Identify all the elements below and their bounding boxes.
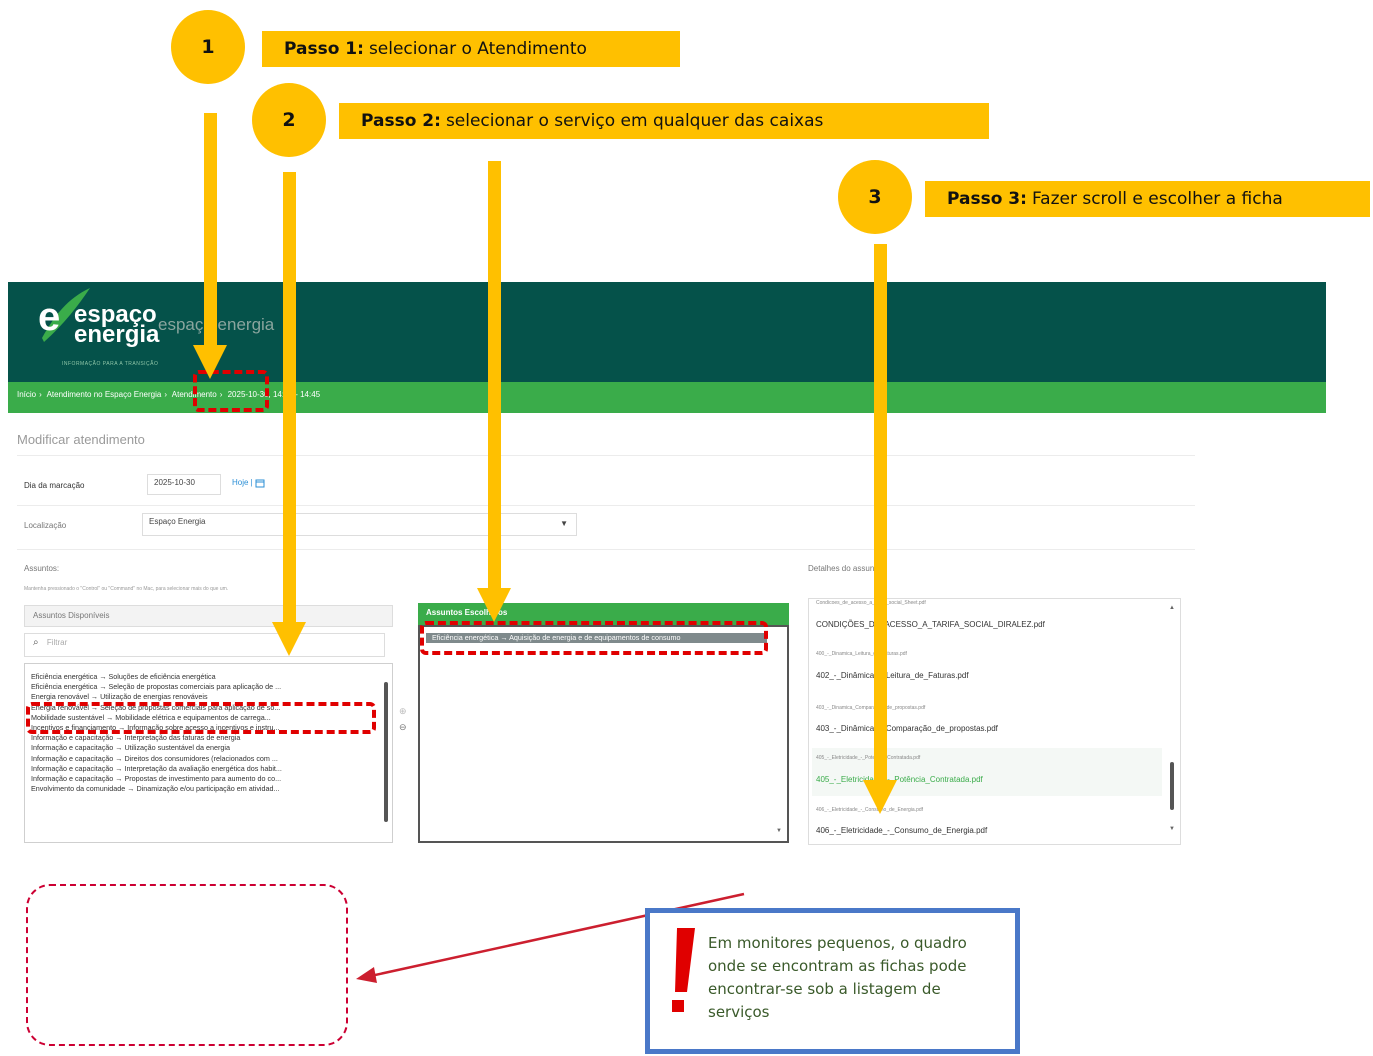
choose-arrow-icon[interactable]: ⊕ <box>399 706 407 717</box>
available-scrollbar[interactable] <box>384 682 388 822</box>
svg-text:e: e <box>38 295 60 339</box>
filter-input[interactable]: ⌕ Filtrar <box>24 633 385 657</box>
chevron-down-icon: ▼ <box>560 519 568 528</box>
details-scroll-up-icon[interactable]: ▲ <box>1169 605 1175 611</box>
list-item[interactable]: Informação e capacitação → Propostas de … <box>25 774 392 784</box>
chosen-scroll-down-icon[interactable]: ▼ <box>776 828 782 834</box>
list-item[interactable]: Informação e capacitação → Interpretação… <box>25 764 392 774</box>
file-link[interactable]: 403_-_Dinâmica_-_Comparação_de_propostas… <box>816 724 1168 733</box>
step-2-arrow-shaft-a <box>283 172 296 622</box>
highlight-chosen-subject <box>420 621 768 655</box>
step-1-number: 1 <box>171 10 245 84</box>
page-title: Modificar atendimento <box>17 432 145 447</box>
details-label: Detalhes do assunto: <box>808 564 884 573</box>
file-link[interactable]: CONDIÇÕES_DE_ACESSO_A_TARIFA_SOCIAL_DIRA… <box>816 620 1168 629</box>
breadcrumb-service[interactable]: Atendimento no Espaço Energia <box>47 390 162 399</box>
step-3-label: Passo 3: Fazer scroll e escolher a ficha <box>925 181 1370 217</box>
step-2-text: selecionar o serviço em qualquer das cai… <box>445 111 824 131</box>
list-item[interactable]: Informação e capacitação → Utilização su… <box>25 743 392 753</box>
list-item[interactable]: Eficiência energética → Soluções de efic… <box>25 672 392 682</box>
today-link-label: Hoje <box>232 478 249 488</box>
file-small-label: Condicoes_de_acesso_a_tarifa_social_Shee… <box>816 600 926 606</box>
subjects-help: Mantenha pressionado o "Control" ou "Com… <box>24 586 229 592</box>
list-item[interactable]: Informação e capacitação → Interpretação… <box>25 733 392 743</box>
location-select[interactable]: Espaço Energia ▼ <box>142 513 577 536</box>
list-item[interactable]: Informação e capacitação → Direitos dos … <box>25 754 392 764</box>
step-3-title: Passo 3: <box>947 189 1027 209</box>
logo-tagline: INFORMAÇÃO PARA A TRANSIÇÃO <box>62 361 159 367</box>
divider <box>17 505 1195 506</box>
date-label: Dia da marcação <box>24 481 85 490</box>
details-scroll-down-icon[interactable]: ▼ <box>1169 826 1175 832</box>
step-1-title: Passo 1: <box>284 39 364 59</box>
step-2-number: 2 <box>252 83 326 157</box>
step-3-arrow-shaft <box>874 244 887 780</box>
subjects-label: Assuntos: <box>24 564 60 573</box>
details-scrollbar[interactable] <box>1170 762 1174 810</box>
step-3-number: 3 <box>838 160 912 234</box>
location-label: Localização <box>24 521 67 530</box>
step-2-label: Passo 2: selecionar o serviço em qualque… <box>339 103 989 139</box>
file-link[interactable]: 406_-_Eletricidade_-_Consumo_de_Energia.… <box>816 826 1168 835</box>
breadcrumb-home[interactable]: Início <box>17 390 36 399</box>
step-3-text: Fazer scroll e escolher a ficha <box>1031 189 1283 209</box>
file-small-label: 403_-_Dinamica_Comparacao_de_propostas.p… <box>816 705 926 711</box>
search-icon: ⌕ <box>33 637 39 648</box>
list-item[interactable]: Eficiência energética → Seleção de propo… <box>25 682 392 692</box>
step-1-arrow-shaft <box>204 113 217 345</box>
logo-line2: energia <box>74 321 160 348</box>
breadcrumb: Início › Atendimento no Espaço Energia › A… <box>17 390 321 399</box>
file-small-label: 405_-_Eletricidade_-_Potencia_Contratada… <box>816 755 921 761</box>
chosen-subjects-list[interactable]: Eficiência energética → Aquisição de ene… <box>418 625 789 843</box>
step-2-arrow-head-b <box>477 588 511 622</box>
available-subjects-list[interactable]: Eficiência energética → Soluções de efic… <box>24 663 393 843</box>
placeholder-frame <box>26 884 348 1046</box>
list-item[interactable]: Envolvimento da comunidade → Dinamização… <box>25 784 392 794</box>
highlight-available-subject <box>26 702 376 734</box>
step-2-arrow-shaft-b <box>488 161 501 588</box>
step-3-arrow-head <box>863 780 897 814</box>
filter-placeholder: Filtrar <box>46 638 68 647</box>
file-small-label: 400_-_Dinamica_Leitura_de_Faturas.pdf <box>816 651 907 657</box>
today-link[interactable]: Hoje | <box>232 478 265 488</box>
location-value: Espaço Energia <box>149 517 206 526</box>
step-1-label: Passo 1: selecionar o Atendimento <box>262 31 680 67</box>
step-2-arrow-head-a <box>272 622 306 656</box>
exclamation-icon <box>672 928 695 1012</box>
logo-text[interactable]: espaço energia <box>74 303 160 348</box>
calendar-icon[interactable] <box>255 478 265 488</box>
remove-arrow-icon[interactable]: ⊖ <box>399 722 407 733</box>
step-1-text: selecionar o Atendimento <box>368 39 587 59</box>
date-field[interactable]: 2025-10-30 <box>147 474 221 495</box>
divider <box>17 455 1195 456</box>
step-2-title: Passo 2: <box>361 111 441 131</box>
file-link[interactable]: 402_-_Dinâmica_-_Leitura_de_Faturas.pdf <box>816 671 1168 680</box>
warning-text: Em monitores pequenos, o quadro onde se … <box>708 934 967 1021</box>
divider <box>17 549 1195 550</box>
available-subjects-title: Assuntos Disponíveis <box>24 605 393 627</box>
step-1-arrow-head <box>193 345 227 379</box>
